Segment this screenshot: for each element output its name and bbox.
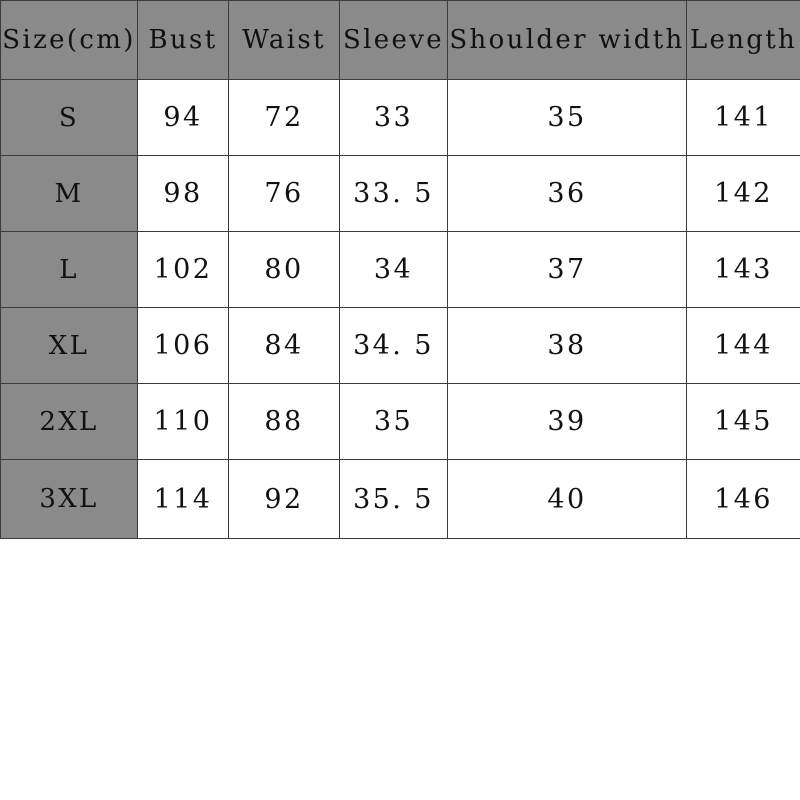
cell-shoulder: 38 [447,307,687,384]
cell-sleeve: 35. 5 [339,459,448,539]
cell-waist: 76 [228,155,340,232]
cell-sleeve: 34. 5 [339,307,448,384]
cell-waist: 92 [228,459,340,539]
cell-length: 144 [686,307,800,384]
header-row: Size(cm) Bust Waist Sleeve Shoulder widt… [0,0,800,80]
cell-size: XL [0,307,138,384]
column-header-waist: Waist [228,0,340,80]
cell-bust: 110 [137,383,229,460]
column-header-size: Size(cm) [0,0,138,80]
cell-bust: 106 [137,307,229,384]
cell-bust: 94 [137,79,229,156]
cell-sleeve: 33. 5 [339,155,448,232]
table-row: S 94 72 33 35 141 [0,79,800,156]
cell-length: 143 [686,231,800,308]
cell-size: L [0,231,138,308]
cell-waist: 88 [228,383,340,460]
cell-bust: 98 [137,155,229,232]
cell-sleeve: 34 [339,231,448,308]
table-body: S 94 72 33 35 141 M 98 76 33. 5 36 142 L… [0,79,800,539]
cell-bust: 102 [137,231,229,308]
column-header-sleeve: Sleeve [339,0,448,80]
cell-length: 146 [686,459,800,539]
table-row: 3XL 114 92 35. 5 40 146 [0,459,800,539]
cell-shoulder: 37 [447,231,687,308]
cell-shoulder: 36 [447,155,687,232]
table-row: L 102 80 34 37 143 [0,231,800,308]
cell-length: 142 [686,155,800,232]
cell-shoulder: 35 [447,79,687,156]
table-row: 2XL 110 88 35 39 145 [0,383,800,460]
cell-shoulder: 39 [447,383,687,460]
cell-sleeve: 35 [339,383,448,460]
cell-waist: 84 [228,307,340,384]
cell-waist: 72 [228,79,340,156]
cell-length: 141 [686,79,800,156]
table-row: XL 106 84 34. 5 38 144 [0,307,800,384]
cell-size: 3XL [0,459,138,539]
column-header-length: Length [686,0,800,80]
table-row: M 98 76 33. 5 36 142 [0,155,800,232]
cell-size: M [0,155,138,232]
table-header: Size(cm) Bust Waist Sleeve Shoulder widt… [0,0,800,80]
cell-sleeve: 33 [339,79,448,156]
cell-bust: 114 [137,459,229,539]
column-header-shoulder: Shoulder width [447,0,687,80]
size-chart-table: Size(cm) Bust Waist Sleeve Shoulder widt… [0,0,800,539]
cell-length: 145 [686,383,800,460]
cell-size: 2XL [0,383,138,460]
cell-shoulder: 40 [447,459,687,539]
cell-waist: 80 [228,231,340,308]
column-header-bust: Bust [137,0,229,80]
cell-size: S [0,79,138,156]
